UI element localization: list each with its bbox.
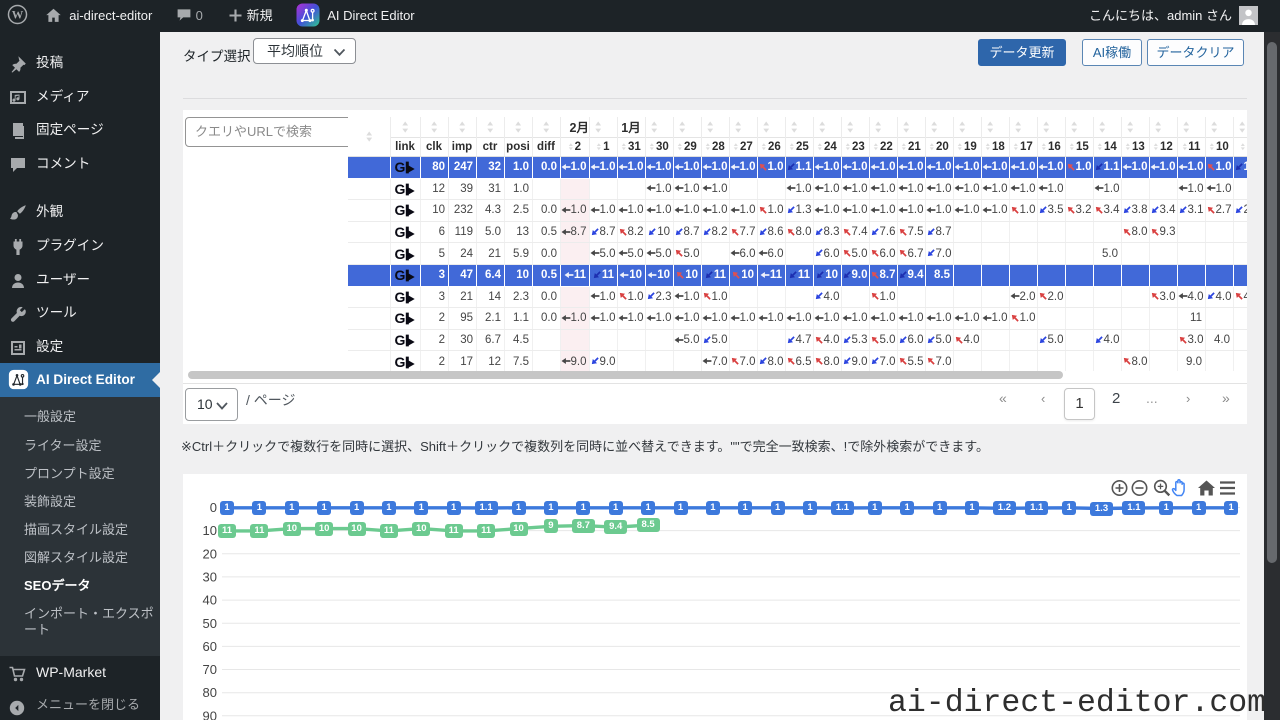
svg-text:30: 30 [203, 569, 217, 584]
svg-text:70: 70 [203, 662, 217, 677]
svg-text:80: 80 [203, 685, 217, 700]
svg-text:50: 50 [203, 616, 217, 631]
svg-text:10: 10 [203, 523, 217, 538]
svg-text:60: 60 [203, 639, 217, 654]
svg-text:0: 0 [210, 500, 217, 515]
svg-text:90: 90 [203, 708, 217, 720]
svg-text:40: 40 [203, 593, 217, 608]
svg-text:W: W [12, 10, 24, 22]
svg-text:20: 20 [203, 546, 217, 561]
